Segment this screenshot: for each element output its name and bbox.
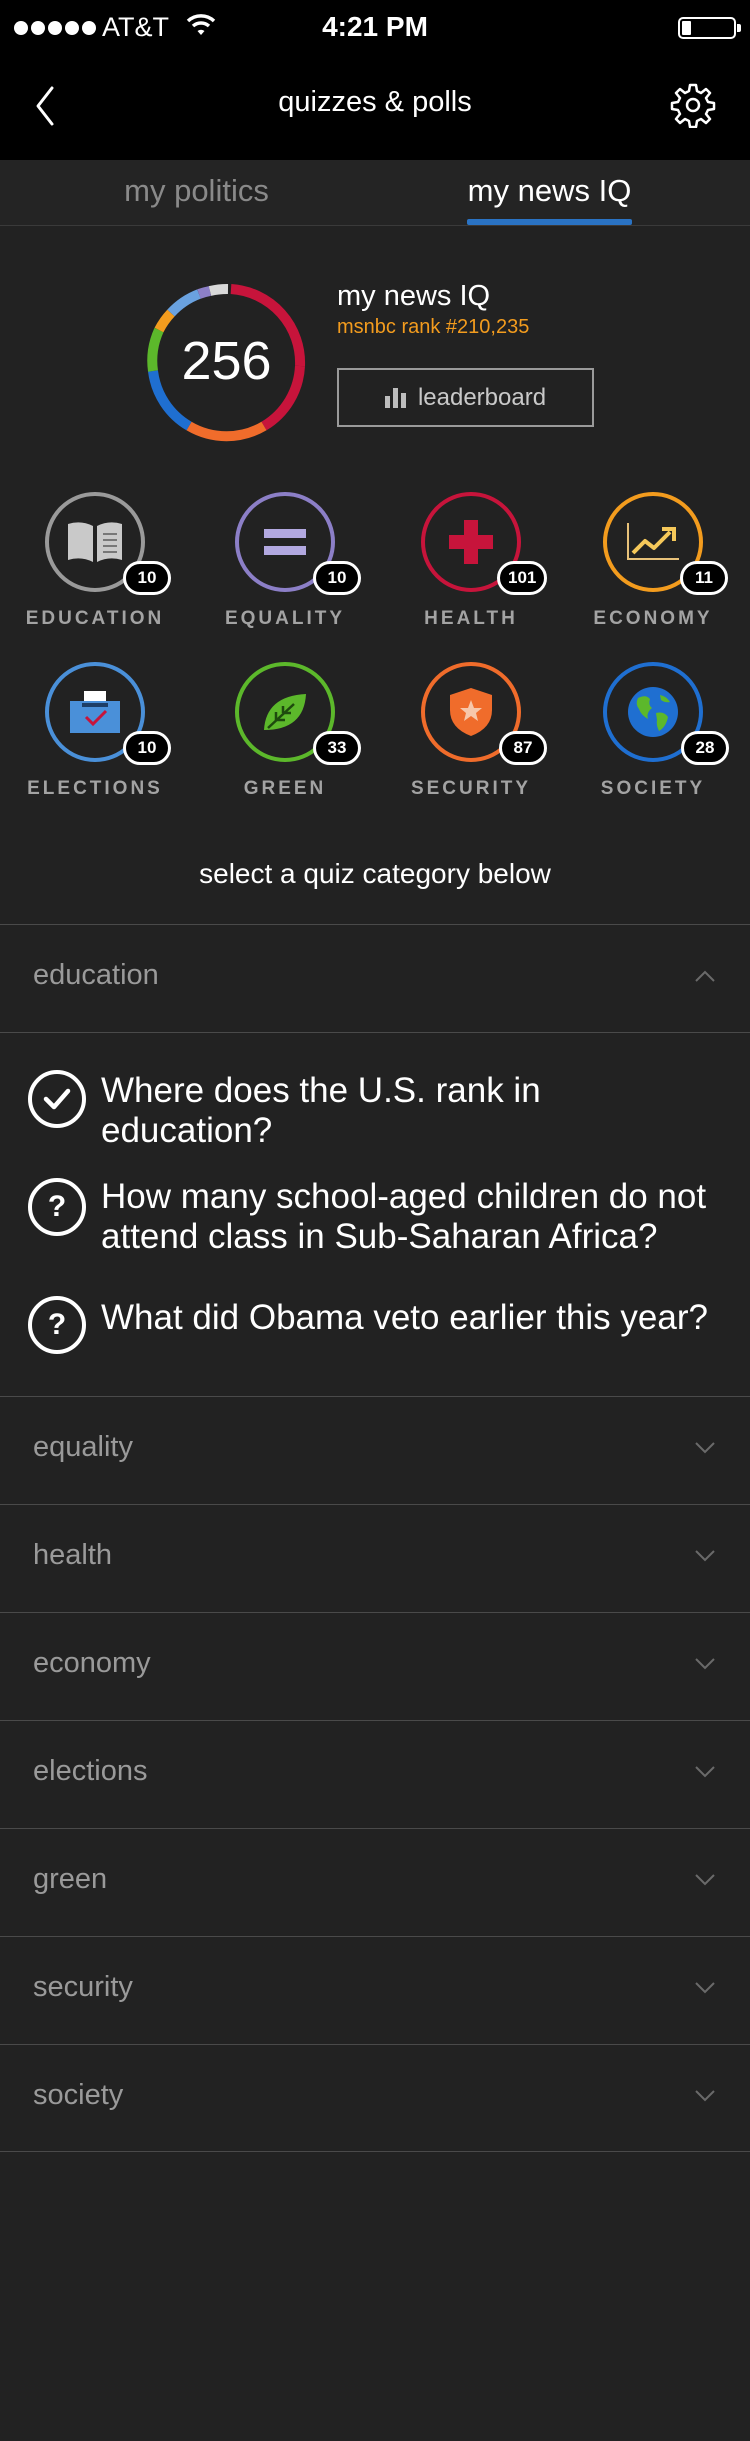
category-count-badge: 28 [681, 731, 729, 765]
select-category-prompt: select a quiz category below [199, 858, 551, 889]
category-health[interactable]: 101 HEALTH [376, 490, 566, 630]
category-label: EDUCATION [25, 608, 165, 629]
category-equality[interactable]: 10 EQUALITY [190, 490, 380, 630]
segment-tabs: my politics my news IQ [0, 160, 750, 226]
accordion-label: health [33, 1539, 113, 1571]
leaderboard-button[interactable]: leaderboard [337, 368, 594, 427]
question-text: How many school-aged children do not att… [101, 1177, 707, 1256]
accordion-header-green[interactable]: green [0, 1829, 750, 1936]
news-iq-score: 256 [181, 331, 272, 391]
category-economy[interactable]: 11 ECONOMY [558, 490, 748, 630]
question-text: Where does the U.S. rank in education? [101, 1071, 541, 1150]
book-icon [68, 522, 122, 562]
accordion-label: green [33, 1863, 108, 1895]
category-label: ECONOMY [593, 608, 713, 629]
chevron-down-icon [695, 1982, 715, 1994]
chevron-down-icon [695, 1874, 715, 1886]
question-text: What did Obama veto earlier this year? [101, 1298, 708, 1337]
accordion-label: education [33, 959, 159, 991]
active-tab-indicator [467, 219, 632, 225]
chevron-down-icon [695, 1442, 715, 1454]
accordion-label: society [33, 2079, 124, 2111]
question-mark-icon: ? [28, 1296, 86, 1354]
page-title: quizzes & polls [278, 86, 472, 118]
category-label: HEALTH [424, 608, 518, 629]
category-count-badge: 11 [680, 561, 728, 595]
news-iq-title: my news IQ [337, 280, 491, 312]
chevron-down-icon [695, 1550, 715, 1562]
category-security[interactable]: 87 SECURITY [376, 660, 566, 800]
accordion-elections[interactable]: elections [0, 1720, 750, 1828]
ring-segment-economy [154, 309, 175, 333]
category-label: ELECTIONS [27, 778, 163, 799]
bar-chart-icon [384, 387, 406, 408]
leaderboard-label: leaderboard [417, 383, 547, 411]
accordion-label: security [33, 1971, 133, 2003]
checkmark-icon [28, 1070, 86, 1128]
battery-icon [678, 17, 741, 39]
accordion-header-economy[interactable]: economy [0, 1613, 750, 1720]
category-count-badge: 33 [313, 731, 361, 765]
category-count-badge: 10 [313, 561, 361, 595]
accordion-header-elections[interactable]: elections [0, 1721, 750, 1828]
chevron-down-icon [695, 2090, 715, 2102]
msnbc-rank: msnbc rank #210,235 [337, 316, 530, 338]
ring-segment-equality-purple [197, 286, 212, 299]
accordion-label: economy [33, 1647, 151, 1679]
accordion-header-education[interactable]: education [0, 925, 750, 1032]
question-mark-icon: ? [28, 1178, 86, 1236]
category-count-badge: 10 [123, 561, 171, 595]
gear-icon[interactable] [670, 82, 716, 128]
category-label: SECURITY [410, 778, 532, 799]
accordion-label: equality [33, 1431, 133, 1463]
category-green[interactable]: 33 GREEN [190, 660, 380, 800]
ballot-box-icon [70, 691, 120, 733]
tab-my-news-iq[interactable]: my news IQ [467, 173, 632, 209]
accordion-header-society[interactable]: society [0, 2045, 750, 2152]
equals-icon [264, 529, 306, 555]
chevron-down-icon [695, 1658, 715, 1670]
accordion-equality[interactable]: equality [0, 1396, 750, 1504]
question-list-divider [0, 1032, 750, 1033]
chevron-down-icon [695, 1766, 715, 1778]
accordion-green[interactable]: green [0, 1828, 750, 1936]
medical-cross-icon [449, 520, 493, 564]
globe-icon [628, 687, 678, 737]
ring-segment-security [186, 421, 267, 442]
category-label: EQUALITY [224, 608, 346, 629]
accordion-header-health[interactable]: health [0, 1505, 750, 1612]
category-education[interactable]: 10 EDUCATION [0, 490, 190, 630]
ring-segment-education [208, 284, 229, 296]
accordion-header-security[interactable]: security [0, 1937, 750, 2044]
category-count-badge: 10 [123, 731, 171, 765]
accordion-security[interactable]: security [0, 1936, 750, 2044]
tab-my-politics[interactable]: my politics [0, 173, 393, 209]
category-count-badge: 87 [499, 731, 547, 765]
trend-chart-icon [627, 523, 679, 560]
accordion-health[interactable]: health [0, 1504, 750, 1612]
category-count-badge: 101 [497, 561, 548, 595]
status-bar: AT&T 4:21 PM [0, 0, 750, 54]
leaf-icon [264, 694, 306, 730]
ring-segment-elections [167, 289, 201, 317]
accordion-society[interactable]: society [0, 2044, 750, 2152]
category-label: GREEN [243, 778, 327, 799]
accordion-economy[interactable]: economy [0, 1612, 750, 1720]
accordion-header-equality[interactable]: equality [0, 1397, 750, 1504]
accordion-education: education [0, 924, 750, 1033]
category-society[interactable]: 28 SOCIETY [558, 660, 748, 800]
category-elections[interactable]: 10 ELECTIONS [0, 660, 190, 800]
accordion-label: elections [33, 1755, 148, 1787]
shield-icon [450, 688, 492, 736]
clock: 4:21 PM [322, 11, 428, 42]
category-label: SOCIETY [600, 778, 706, 799]
chevron-up-icon [695, 970, 715, 982]
navigation-bar: quizzes & polls [0, 54, 750, 160]
